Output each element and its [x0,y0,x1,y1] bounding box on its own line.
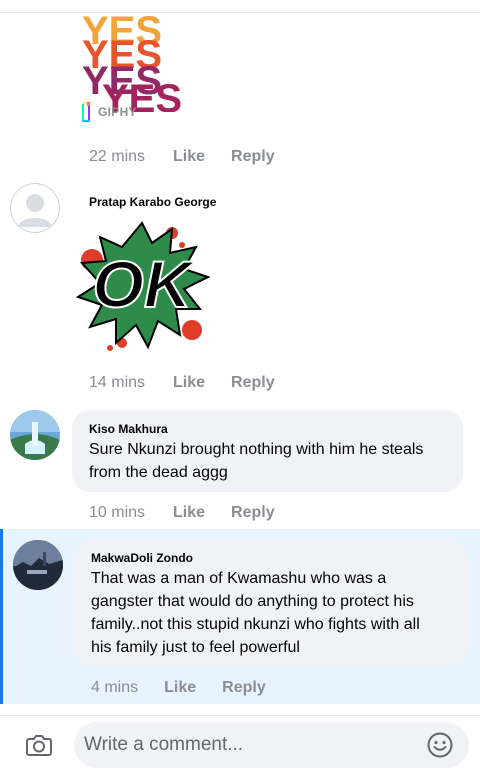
giphy-label: GIPHY [98,105,137,119]
ok-sticker-image[interactable]: OK [72,215,212,355]
comment-author[interactable]: MakwaDoli Zondo [91,551,193,565]
yes-gif-image[interactable]: YES YES YES YES [82,12,196,112]
comment-text-line: That was a man of Kwamashu who was a [91,570,387,587]
comment-text-line: family..not this stupid nkunzi who fight… [91,616,420,633]
emoji-icon[interactable] [427,732,453,758]
camera-icon[interactable] [26,733,52,757]
comment-meta: 14 mins Like Reply [89,374,275,392]
comment-time: 22 mins [89,148,146,165]
reply-button[interactable]: Reply [231,148,275,166]
comment-time: 10 mins [89,504,146,521]
comment-meta: 22 mins Like Reply [89,148,275,166]
comment-author[interactable]: Kiso Makhura [89,422,168,436]
comment-text-line: gangster that would do anything to prote… [91,593,414,610]
reply-button[interactable]: Reply [222,679,266,697]
like-button[interactable]: Like [173,504,205,522]
like-button[interactable]: Like [173,374,205,392]
giphy-badge: GIPHY [82,101,137,123]
comment-text-line: his family just to feel powerful [91,639,300,656]
comment-text-line: from the dead aggg [89,464,228,481]
like-button[interactable]: Like [173,148,205,166]
like-button[interactable]: Like [164,679,196,697]
comment-author[interactable]: Pratap Karabo George [89,195,216,209]
default-avatar-icon [10,183,60,233]
composer-divider [0,715,480,716]
top-divider [0,12,480,13]
comment-input[interactable] [84,722,414,768]
giphy-logo-icon [82,102,90,122]
comment-text-line: Sure Nkunzi brought nothing with him he … [89,441,424,458]
avatar-photo [10,410,60,460]
comment-time: 4 mins [91,679,139,696]
avatar-photo [13,540,63,590]
reply-button[interactable]: Reply [231,374,275,392]
avatar[interactable] [10,410,60,460]
comment-meta: 4 mins Like Reply [91,679,266,697]
comment-time: 14 mins [89,374,146,391]
comment-bubble[interactable]: Kiso Makhura Sure Nkunzi brought nothing… [72,410,463,492]
comment-composer[interactable] [74,722,469,768]
comment-meta: 10 mins Like Reply [89,504,275,522]
highlight-indicator-bar [0,529,3,704]
avatar[interactable] [10,183,60,233]
reply-button[interactable]: Reply [231,504,275,522]
sticker-text: OK [93,247,196,321]
comment-bubble[interactable]: MakwaDoli Zondo That was a man of Kwamas… [75,540,467,666]
avatar[interactable] [13,540,63,590]
